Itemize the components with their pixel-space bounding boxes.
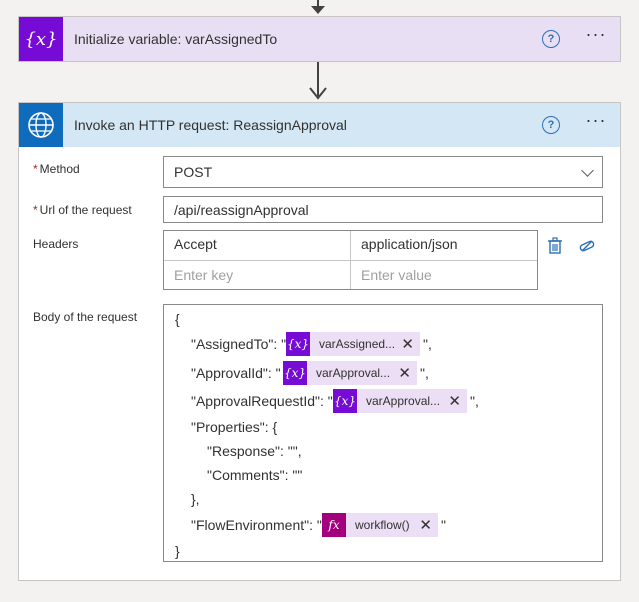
remove-token-icon[interactable]: ✕ bbox=[419, 516, 432, 534]
headers-divider-horizontal bbox=[164, 260, 537, 261]
variable-icon: {x} bbox=[283, 361, 307, 385]
top-connector-arrow-mask bbox=[313, 4, 323, 8]
http-request-title[interactable]: Invoke an HTTP request: ReassignApproval bbox=[74, 103, 347, 147]
body-properties-open: "Properties": { bbox=[191, 419, 278, 435]
initialize-variable-title[interactable]: Initialize variable: varAssignedTo bbox=[74, 17, 277, 61]
body-request-end: ", bbox=[470, 393, 479, 409]
variable-icon: {x} bbox=[333, 389, 357, 413]
var-approval-request-token[interactable]: {x} varApproval... ✕ bbox=[333, 389, 467, 413]
body-assigned-end: ", bbox=[423, 336, 432, 352]
http-request-header[interactable]: Invoke an HTTP request: ReassignApproval… bbox=[19, 103, 620, 147]
workflow-expression-label: workflow() bbox=[355, 518, 410, 532]
middle-connector-arrow bbox=[309, 87, 327, 100]
body-response-line: "Response": "", bbox=[207, 443, 302, 459]
variable-icon: {x} bbox=[19, 17, 63, 61]
var-assigned-label: varAssigned... bbox=[319, 337, 396, 351]
more-options-icon[interactable]: ··· bbox=[584, 111, 608, 133]
header-value-field[interactable]: application/json bbox=[361, 236, 458, 252]
body-flow-end: " bbox=[441, 517, 446, 533]
help-icon[interactable]: ? bbox=[542, 116, 560, 134]
initialize-variable-card[interactable]: {x} Initialize variable: varAssignedTo ?… bbox=[18, 16, 621, 62]
initialize-variable-header[interactable]: {x} Initialize variable: varAssignedTo ?… bbox=[19, 17, 620, 61]
help-icon[interactable]: ? bbox=[542, 30, 560, 48]
url-label: * Url of the request bbox=[33, 203, 132, 217]
body-approval-end: ", bbox=[420, 365, 429, 381]
body-assigned-key: "AssignedTo": " bbox=[191, 336, 287, 352]
switch-to-text-mode-icon[interactable] bbox=[578, 238, 596, 254]
method-dropdown[interactable]: POST bbox=[163, 156, 603, 188]
method-label: * Method bbox=[33, 162, 80, 176]
header-key-input[interactable]: Enter key bbox=[174, 267, 233, 283]
workflow-expression-token[interactable]: fx workflow() ✕ bbox=[322, 513, 438, 537]
body-approval-key: "ApprovalId": " bbox=[191, 365, 281, 381]
body-properties-close: }, bbox=[191, 491, 200, 507]
var-approval-label: varApproval... bbox=[316, 366, 391, 380]
required-mark: * bbox=[33, 162, 38, 176]
body-label: Body of the request bbox=[33, 310, 138, 324]
remove-token-icon[interactable]: ✕ bbox=[401, 335, 414, 353]
body-flow-key: "FlowEnvironment": " bbox=[191, 517, 322, 533]
globe-icon bbox=[19, 103, 63, 147]
headers-label: Headers bbox=[33, 237, 79, 251]
remove-token-icon[interactable]: ✕ bbox=[398, 364, 411, 382]
body-comments-line: "Comments": "" bbox=[207, 467, 303, 483]
chevron-down-icon bbox=[581, 164, 594, 177]
more-options-icon[interactable]: ··· bbox=[584, 25, 608, 47]
header-key-field[interactable]: Accept bbox=[174, 236, 217, 252]
method-label-text: Method bbox=[39, 162, 80, 176]
remove-token-icon[interactable]: ✕ bbox=[448, 392, 461, 410]
function-icon: fx bbox=[322, 513, 346, 537]
required-mark: * bbox=[33, 203, 38, 217]
var-assigned-token[interactable]: {x} varAssigned... ✕ bbox=[286, 332, 420, 356]
var-approval-token[interactable]: {x} varApproval... ✕ bbox=[283, 361, 417, 385]
delete-icon[interactable] bbox=[547, 237, 563, 255]
url-field[interactable]: /api/reassignApproval bbox=[163, 196, 603, 223]
url-label-text: Url of the request bbox=[39, 203, 132, 217]
var-approval-request-label: varApproval... bbox=[366, 394, 441, 408]
variable-icon: {x} bbox=[286, 332, 310, 356]
body-open-brace: { bbox=[175, 311, 180, 327]
body-request-key: "ApprovalRequestId": " bbox=[191, 393, 333, 409]
body-close-brace: } bbox=[175, 543, 180, 559]
header-value-input[interactable]: Enter value bbox=[361, 267, 432, 283]
url-value: /api/reassignApproval bbox=[174, 202, 309, 218]
method-value: POST bbox=[174, 164, 213, 180]
